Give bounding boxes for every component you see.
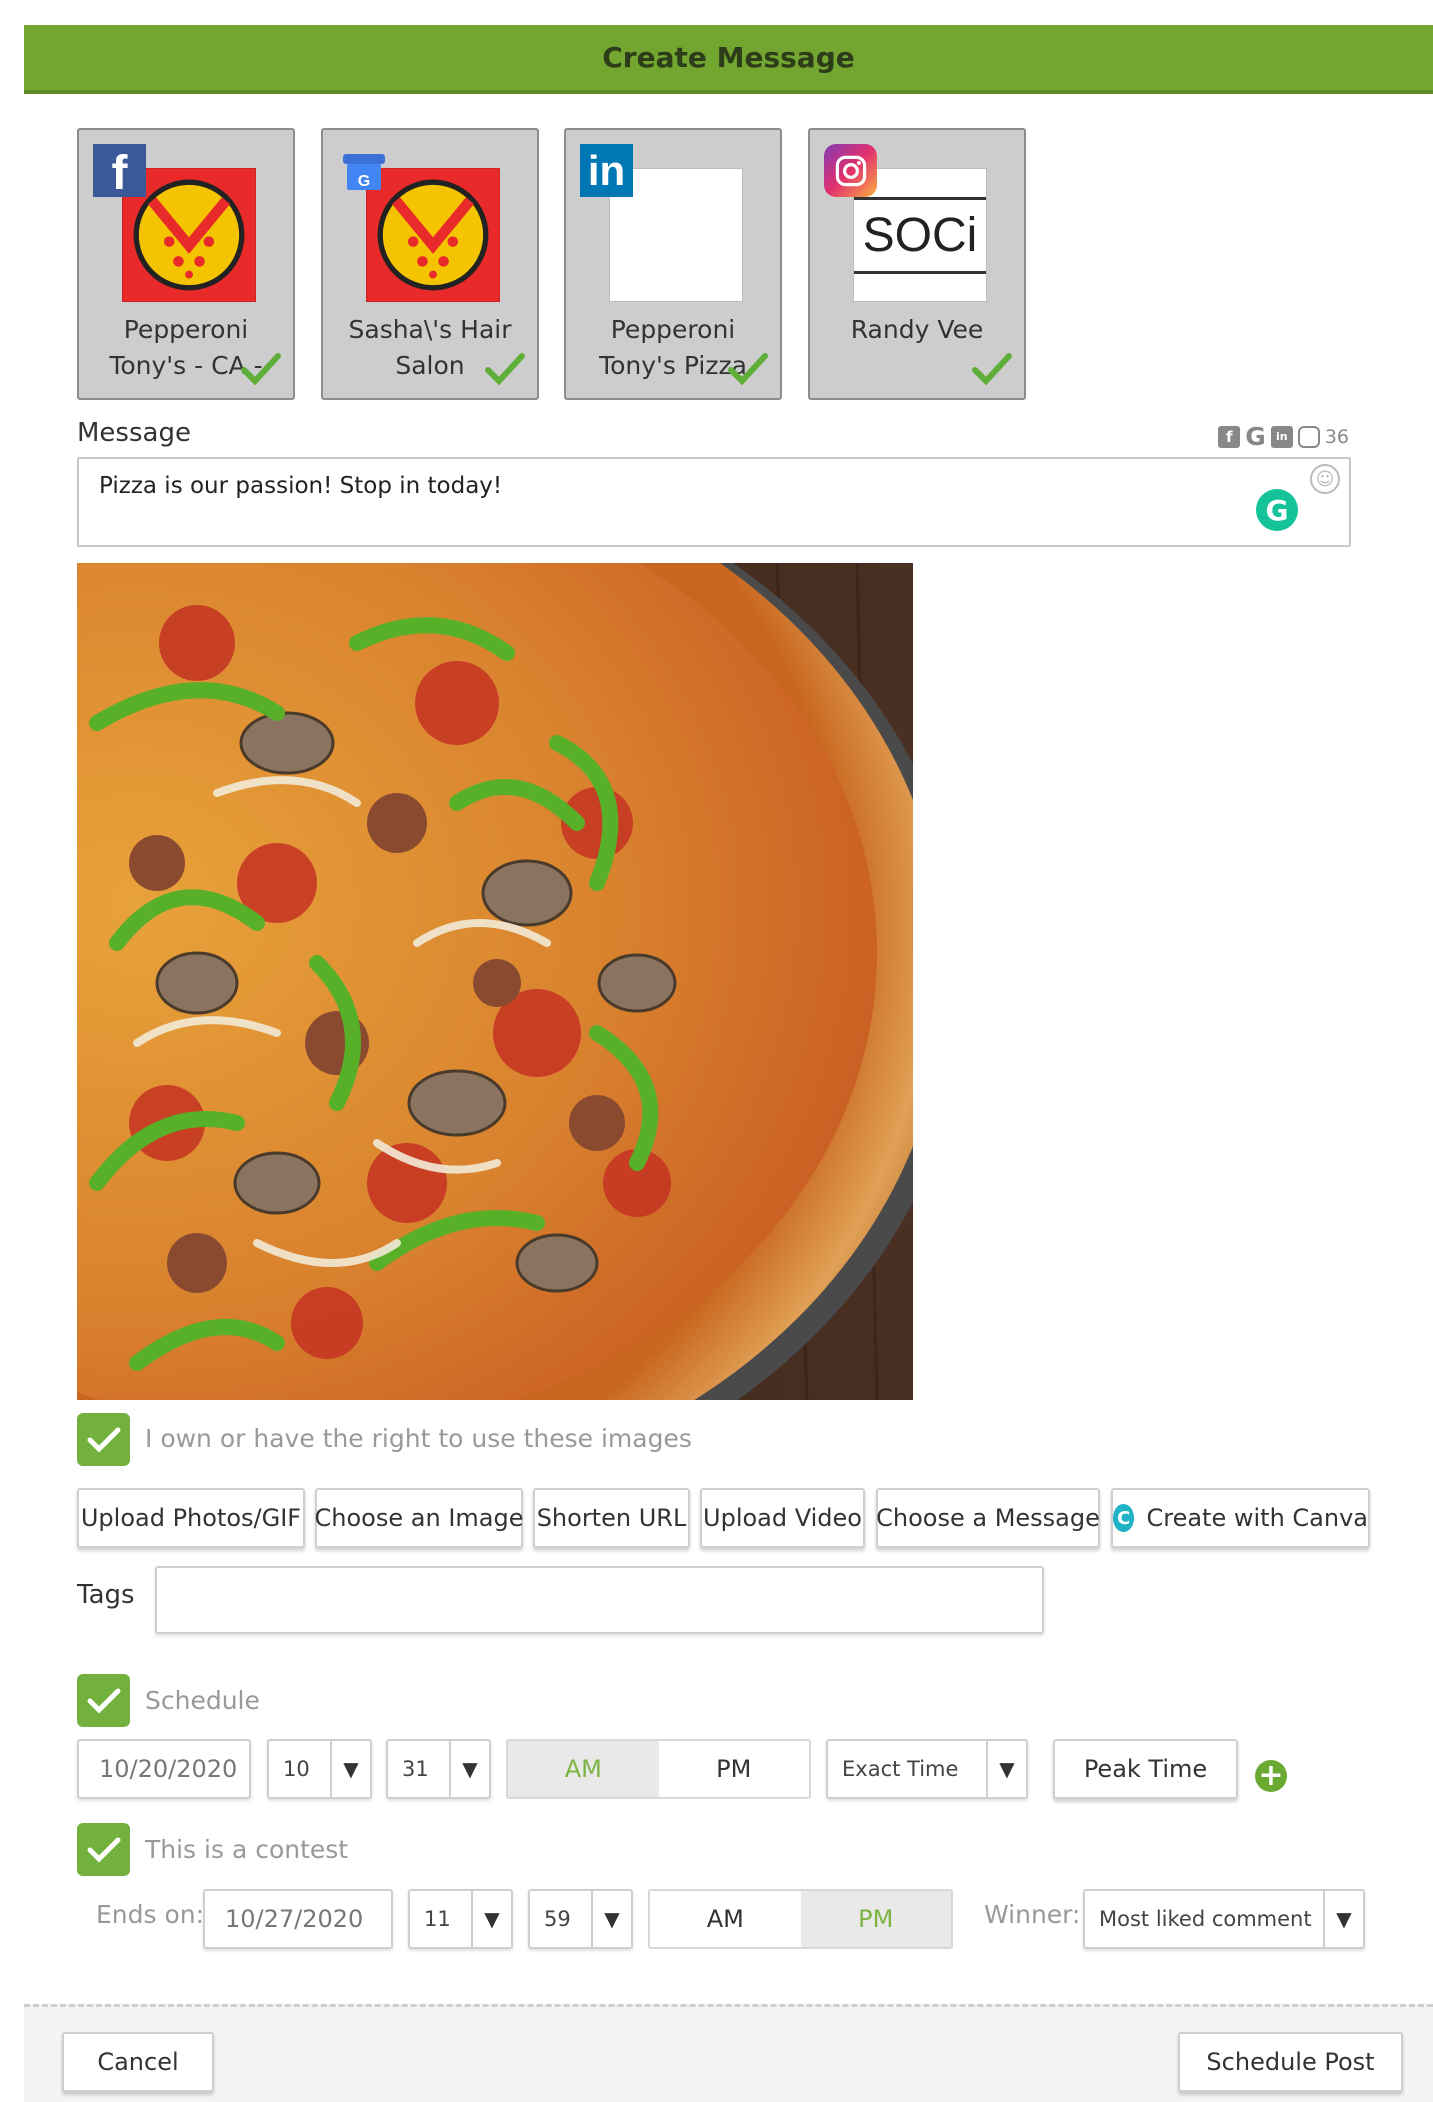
chevron-down-icon: ▼ <box>591 1891 631 1947</box>
upload-video-button[interactable]: Upload Video <box>700 1488 865 1548</box>
dialog-title: Create Message <box>602 41 855 74</box>
checkmark-icon <box>87 1688 120 1714</box>
add-time-icon[interactable]: + <box>1255 1760 1287 1792</box>
facebook-icon: f <box>93 144 146 200</box>
emoji-icon[interactable]: ☺ <box>1310 464 1340 494</box>
contest-am-option[interactable]: AM <box>650 1891 801 1947</box>
checkmark-icon <box>728 353 768 386</box>
dialog-header: Create Message <box>24 25 1433 94</box>
account-tile-linkedin[interactable]: in Pepperoni Tony's Pizza <box>564 128 782 400</box>
canva-icon: C <box>1113 1504 1135 1532</box>
account-name: Randy Vee <box>850 315 984 344</box>
character-counter: f G in 36 <box>1218 422 1349 451</box>
upload-photos-button[interactable]: Upload Photos/GIF <box>77 1488 305 1548</box>
schedule-post-button[interactable]: Schedule Post <box>1178 2032 1403 2092</box>
message-text: Pizza is our passion! Stop in today! <box>99 473 503 499</box>
char-count: 36 <box>1324 425 1349 448</box>
schedule-hour-select[interactable]: 10 ▼ <box>267 1739 372 1799</box>
contest-ampm-toggle: AM PM <box>648 1889 953 1949</box>
schedule-am-option[interactable]: AM <box>508 1741 659 1797</box>
rights-label: I own or have the right to use these ima… <box>145 1424 692 1453</box>
tags-label: Tags <box>77 1580 135 1610</box>
choose-image-button[interactable]: Choose an Image <box>315 1488 523 1548</box>
contest-end-date-input[interactable]: 10/27/2020 <box>203 1889 393 1949</box>
schedule-ampm-toggle: AM PM <box>506 1739 811 1799</box>
chevron-down-icon: ▼ <box>471 1891 511 1947</box>
checkmark-icon <box>87 1837 120 1863</box>
schedule-pm-option[interactable]: PM <box>658 1741 809 1797</box>
chevron-down-icon: ▼ <box>330 1741 370 1797</box>
chevron-down-icon: ▼ <box>1323 1891 1363 1947</box>
google-icon: G <box>1245 422 1266 451</box>
svg-text:G: G <box>357 173 369 190</box>
chevron-down-icon: ▼ <box>986 1741 1026 1797</box>
google-my-business-icon: G <box>337 144 390 197</box>
checkmark-icon <box>241 353 281 386</box>
contest-hour-select[interactable]: 11 ▼ <box>408 1889 513 1949</box>
contest-minute-select[interactable]: 59 ▼ <box>528 1889 633 1949</box>
account-tile-google[interactable]: G Sasha\'s Hair Salon <box>321 128 539 400</box>
contest-checkbox[interactable] <box>77 1823 130 1876</box>
winner-label: Winner: <box>984 1900 1081 1929</box>
message-label: Message <box>77 418 191 448</box>
linkedin-icon: in <box>580 144 633 197</box>
schedule-minute-select[interactable]: 31 ▼ <box>386 1739 491 1799</box>
account-tile-instagram[interactable]: SOCi Randy Vee <box>808 128 1026 400</box>
create-with-canva-button[interactable]: C Create with Canva <box>1111 1488 1370 1548</box>
checkmark-icon <box>87 1427 120 1453</box>
peak-time-button[interactable]: Peak Time <box>1053 1739 1238 1799</box>
tags-input[interactable] <box>155 1566 1044 1634</box>
ends-on-label: Ends on: <box>96 1900 205 1929</box>
checkmark-icon <box>485 353 525 386</box>
create-with-canva-label: Create with Canva <box>1146 1504 1368 1532</box>
message-label-row: Message f G in 36 <box>77 418 1349 454</box>
rights-checkbox[interactable] <box>77 1413 130 1466</box>
choose-message-button[interactable]: Choose a Message <box>876 1488 1100 1548</box>
schedule-label: Schedule <box>145 1686 260 1715</box>
instagram-icon <box>1297 425 1320 448</box>
shorten-url-button[interactable]: Shorten URL <box>533 1488 690 1548</box>
checkmark-icon <box>972 353 1012 386</box>
linkedin-icon: in <box>1270 425 1293 448</box>
message-input[interactable]: Pizza is our passion! Stop in today! G ☺ <box>77 457 1351 547</box>
time-mode-select[interactable]: Exact Time ▼ <box>826 1739 1028 1799</box>
contest-pm-option[interactable]: PM <box>800 1891 951 1947</box>
attached-image <box>77 563 913 1400</box>
winner-select[interactable]: Most liked comment ▼ <box>1083 1889 1365 1949</box>
chevron-down-icon: ▼ <box>449 1741 489 1797</box>
schedule-date-input[interactable]: 10/20/2020 <box>77 1739 251 1799</box>
contest-label: This is a contest <box>145 1835 349 1864</box>
facebook-icon: f <box>1218 425 1241 448</box>
schedule-checkbox[interactable] <box>77 1674 130 1727</box>
cancel-button[interactable]: Cancel <box>62 2032 214 2092</box>
grammarly-icon[interactable]: G <box>1256 489 1298 531</box>
account-tile-facebook[interactable]: f Pepperoni Tony's - CA - <box>77 128 295 400</box>
instagram-icon <box>824 144 877 197</box>
